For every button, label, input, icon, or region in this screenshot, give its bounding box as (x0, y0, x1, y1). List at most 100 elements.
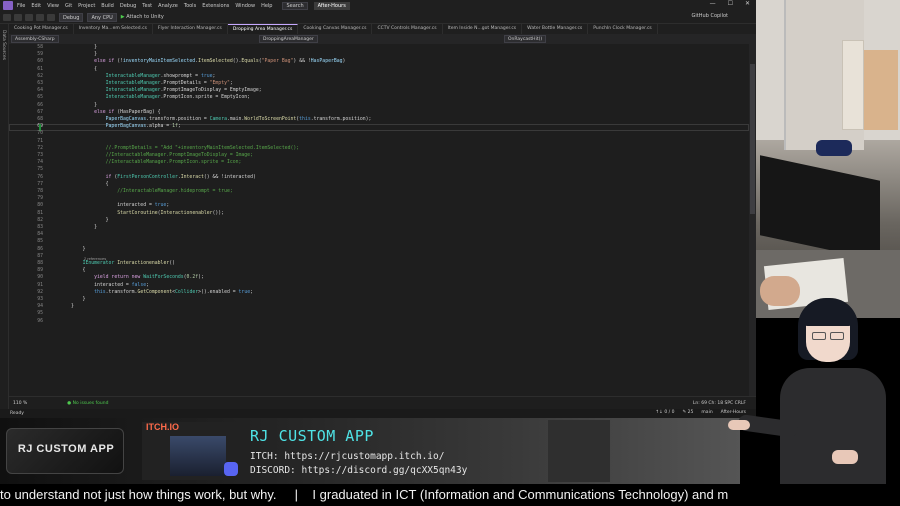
code-line[interactable]: } (71, 225, 97, 230)
tab-cctv[interactable]: CCTV Controls Manager.cs (372, 24, 443, 34)
code-line[interactable]: } (71, 247, 86, 252)
copilot-button[interactable]: GitHub Copilot (692, 13, 728, 19)
menu-analyze[interactable]: Analyze (158, 3, 178, 9)
redo-icon[interactable] (47, 13, 55, 21)
line-number: 80 (37, 203, 43, 209)
tab-cooking-pot[interactable]: Cooking Pot Manager.cs (9, 24, 74, 34)
code-line[interactable]: yield return new WaitForSeconds(0.2f); (71, 275, 204, 280)
code-line[interactable]: PaperBagCanvas.alpha = 1f; (71, 124, 181, 129)
document-tabs: Cooking Pot Manager.cs Inventory Ma...em… (9, 24, 756, 34)
line-number: 73 (37, 153, 43, 158)
code-line[interactable]: PaperBagCanvas.transform.position = Came… (71, 117, 372, 122)
references-hint[interactable]: 2 references (84, 256, 106, 261)
code-line[interactable]: IEnumerator Interactionenabler() (71, 261, 175, 266)
code-line[interactable]: } (71, 45, 97, 50)
line-number: 59 (37, 52, 43, 58)
code-line[interactable]: //InteractableManager.PromptImageToDispl… (71, 153, 253, 158)
line-number: 89 (37, 268, 43, 274)
glasses-icon (812, 332, 826, 340)
tab-inventory[interactable]: Inventory Ma...em Selected.cs (74, 24, 153, 34)
code-line[interactable]: interacted = false; (71, 283, 149, 288)
data-sources-strip[interactable]: Data Sources (0, 24, 9, 410)
code-line[interactable]: InteractableManager.PromptDetails = "Emp… (71, 81, 233, 86)
code-line[interactable]: InteractableManager.PromptImageToDisplay… (71, 88, 262, 93)
no-issues-indicator[interactable]: ● No issues found (67, 401, 108, 406)
line-number: 71 (37, 138, 43, 144)
line-number: 94 (37, 304, 43, 310)
tab-cooking-canvas[interactable]: Cooking Canvas Manager.cs (298, 24, 373, 34)
pending-changes[interactable]: ✎ 25 (682, 410, 693, 415)
discord-icon (224, 462, 238, 476)
code-line[interactable]: { (71, 182, 109, 187)
code-line[interactable]: } (71, 103, 97, 108)
code-line[interactable]: if (FirstPersonController.Interact() && … (71, 175, 256, 180)
git-sync-status[interactable]: ↑↓ 0 / 0 (655, 410, 674, 415)
tab-dropping-area[interactable]: Dropping Area Manager.cs (227, 24, 299, 34)
vs-logo-icon (3, 1, 13, 10)
attach-label: Attach to Unity (126, 14, 164, 20)
code-line[interactable]: this.transform.GetComponent<Collider>().… (71, 290, 253, 295)
line-number: 83 (37, 225, 43, 230)
menu-extensions[interactable]: Extensions (202, 3, 229, 9)
save-icon[interactable] (25, 13, 33, 21)
code-line[interactable]: interacted = true; (71, 203, 169, 208)
tab-item-inside[interactable]: Item Inside N...got Manager.cs (443, 24, 523, 34)
menu-debug[interactable]: Debug (120, 3, 136, 9)
project-dropdown[interactable]: Assembly-CSharp (11, 35, 59, 43)
menu-help[interactable]: Help (261, 3, 272, 9)
code-line[interactable]: } (71, 297, 86, 302)
code-editor[interactable]: 5859606162636465666768697071727374757677… (9, 44, 749, 396)
platform-dropdown[interactable]: Any CPU (87, 12, 117, 22)
issues-text: No issues found (72, 400, 109, 406)
rj-logo: RJ CUSTOM APP (6, 428, 124, 474)
menu-tools[interactable]: Tools (184, 3, 196, 9)
menu-window[interactable]: Window (235, 3, 255, 9)
menu-file[interactable]: File (17, 3, 25, 9)
code-line[interactable]: } (71, 218, 109, 223)
code-line[interactable]: StartCoroutine(Interactionenabler()); (71, 211, 224, 216)
app-name: RJ CUSTOM APP (250, 427, 374, 445)
undo-icon[interactable] (36, 13, 44, 21)
code-line[interactable]: //.PromptDetails = "Add "+inventoryMainI… (71, 146, 300, 151)
search-box[interactable]: Search (282, 1, 308, 10)
forward-icon[interactable] (14, 13, 22, 21)
itch-label: ITCH.IO (146, 422, 179, 432)
code-line[interactable]: //InteractableManager.PromptIcon.sprite … (71, 160, 242, 165)
menu-project[interactable]: Project (78, 3, 95, 9)
menu-edit[interactable]: Edit (31, 3, 41, 9)
close-icon[interactable]: ✕ (745, 0, 750, 7)
minimize-icon[interactable]: — (710, 0, 716, 7)
tab-flyer[interactable]: Flyer Interaction Manager.cs (153, 24, 228, 34)
code-line[interactable]: else if (!inventoryMainItemSelected.Item… (71, 59, 345, 64)
code-line[interactable]: InteractableManager.showprompt = true; (71, 74, 216, 79)
menu-git[interactable]: Git (65, 3, 72, 9)
class-dropdown[interactable]: DroppingAreaManager (259, 35, 318, 43)
code-line[interactable]: else if (HasPaperBag) { (71, 110, 160, 115)
rj-logo-text: RJ CUSTOM APP (17, 443, 115, 455)
code-line[interactable]: //InteractableManager.hideprompt = true; (71, 189, 233, 194)
code-line[interactable]: } (71, 52, 97, 57)
code-line[interactable]: } (71, 304, 74, 309)
line-number: 62 (37, 73, 43, 79)
back-icon[interactable] (3, 13, 11, 21)
code-line[interactable]: InteractableManager.PromptIcon.sprite = … (71, 95, 250, 100)
branch-name[interactable]: main (701, 410, 712, 415)
play-icon: ▶ (120, 14, 125, 20)
menu-test[interactable]: Test (142, 3, 152, 9)
tab-punchin[interactable]: PunchIn Clock Manager.cs (588, 24, 658, 34)
attach-button[interactable]: ▶ Attach to Unity (121, 14, 164, 20)
line-number: 95 (37, 311, 43, 317)
tab-water-bottle[interactable]: Water Bottle Manager.cs (522, 24, 589, 34)
scrollbar-thumb[interactable] (750, 64, 755, 214)
code-line[interactable]: { (71, 268, 86, 273)
menu-build[interactable]: Build (101, 3, 114, 9)
code-line[interactable]: { (71, 67, 97, 72)
menu-view[interactable]: View (47, 3, 59, 9)
member-dropdown[interactable]: OnRaycastHit() (504, 35, 547, 43)
maximize-icon[interactable]: ☐ (728, 0, 733, 7)
line-number: 68 (37, 117, 43, 122)
config-dropdown[interactable]: Debug (59, 12, 84, 22)
zoom-level[interactable]: 110 % (13, 401, 27, 406)
scrolling-ticker: to understand not just how things work, … (0, 484, 900, 506)
line-number: 93 (37, 297, 43, 302)
